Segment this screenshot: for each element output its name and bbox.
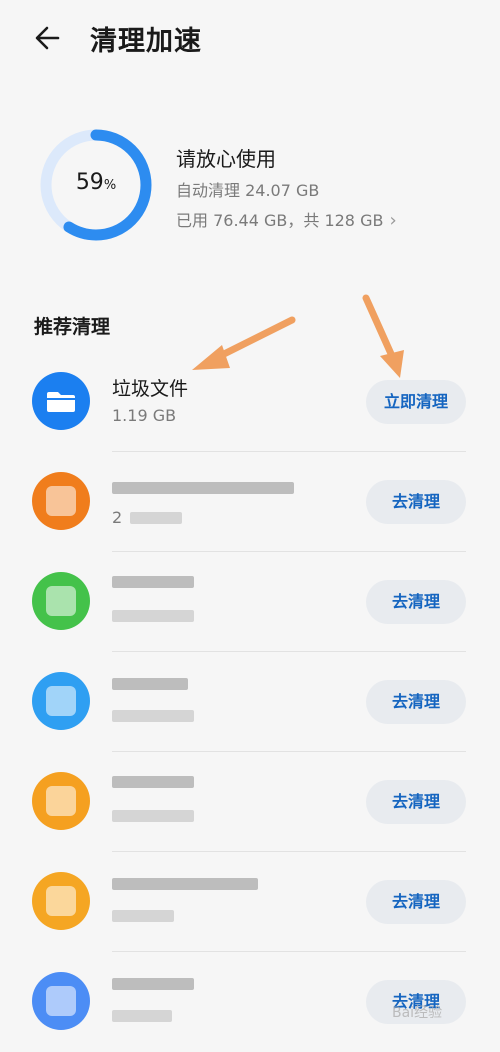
storage-usage-link[interactable]: 已用 76.44 GB，共 128 GB ›: [176, 207, 397, 231]
pixelated-app-size: [112, 1010, 172, 1022]
app-icon: [32, 672, 90, 730]
clean-button[interactable]: 去清理: [366, 680, 466, 724]
pixelated-app-size: [130, 512, 182, 524]
list-item-app[interactable]: 2 去清理: [0, 452, 500, 552]
pixelated-app-name: [112, 576, 194, 588]
app-icon: [32, 572, 90, 630]
pixelated-app-name: [112, 776, 194, 788]
storage-percent: 59%: [38, 170, 154, 195]
clean-button[interactable]: 去清理: [366, 780, 466, 824]
storage-percent-value: 59: [75, 170, 104, 195]
storage-usage-text: 已用 76.44 GB，共 128 GB: [176, 211, 384, 230]
app-icon: [32, 872, 90, 930]
auto-clean-text: 自动清理 24.07 GB: [176, 181, 320, 200]
back-button[interactable]: [30, 18, 70, 58]
page-title: 清理加速: [90, 26, 202, 57]
clean-button[interactable]: 去清理: [366, 880, 466, 924]
app-icon: [32, 972, 90, 1030]
pixelated-app-name: [112, 482, 294, 494]
pixelated-app-name: [112, 678, 188, 690]
app-icon: [32, 772, 90, 830]
pixelated-app-size: [112, 710, 194, 722]
pixelated-app-name: [112, 878, 258, 890]
clean-button[interactable]: 去清理: [366, 580, 466, 624]
header: 清理加速: [0, 0, 500, 80]
clean-now-button[interactable]: 立即清理: [366, 380, 466, 424]
storage-summary: 59% 请放心使用 自动清理 24.07 GB 已用 76.44 GB，共 12…: [0, 120, 500, 260]
pixelated-app-size: [112, 810, 194, 822]
clean-button[interactable]: 去清理: [366, 480, 466, 524]
folder-icon: [32, 372, 90, 430]
list-item-size: 1.19 GB: [112, 406, 177, 425]
pixelated-app-size: [112, 910, 174, 922]
annotation-arrow-right: [362, 294, 396, 360]
list-item-size: 2: [112, 508, 123, 527]
list-item-name: 垃圾文件: [112, 378, 189, 400]
list-item-app[interactable]: 去清理: [0, 552, 500, 652]
chevron-right-icon: ›: [389, 210, 397, 231]
storage-headline: 请放心使用: [176, 147, 276, 171]
list-item-junk-files[interactable]: 垃圾文件 1.19 GB 立即清理: [0, 352, 500, 452]
list-item-app[interactable]: 去清理: [0, 652, 500, 752]
pixelated-app-size: [112, 610, 194, 622]
list-item-app[interactable]: 去清理: [0, 752, 500, 852]
storage-percent-unit: %: [103, 178, 117, 193]
watermark: Bai经验: [392, 1005, 443, 1021]
pixelated-app-name: [112, 978, 194, 990]
back-arrow-icon: [35, 26, 60, 50]
section-title: 推荐清理: [34, 316, 111, 338]
app-icon: [32, 472, 90, 530]
list-item-app[interactable]: 去清理: [0, 852, 500, 952]
